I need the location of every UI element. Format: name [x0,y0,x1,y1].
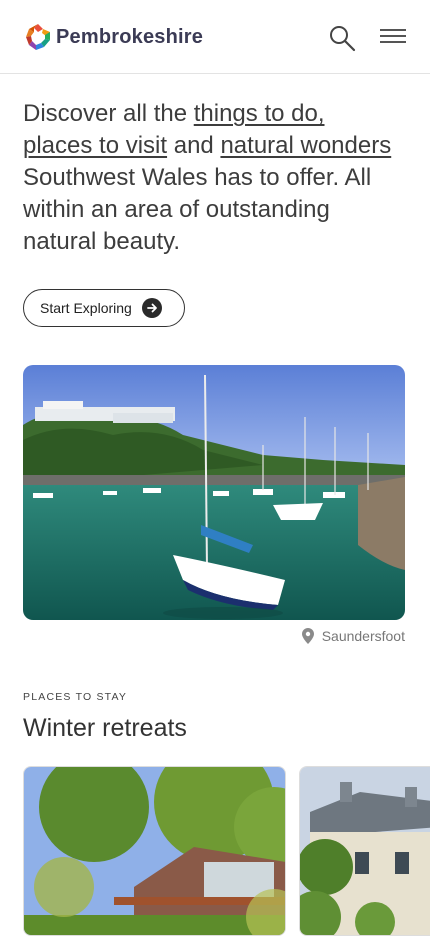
menu-icon[interactable] [380,29,406,47]
section-title: Winter retreats [23,714,187,742]
logo-icon [26,24,50,50]
map-pin-icon [301,628,314,644]
hero-image [23,365,405,620]
arrow-right-icon [141,298,162,318]
intro-text: Discover all the things to do, places to… [23,98,408,258]
intro-text-part: Southwest Wales has to offer. All within… [23,164,372,255]
things-to-do-link[interactable]: things to do, [194,100,325,127]
search-icon[interactable] [328,24,356,52]
retreat-card-image [300,767,430,935]
start-exploring-label: Start Exploring [40,300,132,316]
start-exploring-button[interactable]: Start Exploring [23,289,185,327]
brand-name: Pembrokeshire [56,25,204,48]
natural-wonders-link[interactable]: natural wonders [220,132,391,159]
section-eyebrow: PLACES TO STAY [23,691,128,703]
location-label: Saundersfoot [321,628,405,644]
places-to-visit-link[interactable]: places to visit [23,132,167,159]
intro-text-part: and [167,132,221,159]
hero-location: Saundersfoot [301,628,405,644]
logo[interactable]: Pembrokeshire [24,23,203,51]
retreat-card[interactable] [23,766,286,936]
retreat-card[interactable] [299,766,430,936]
retreat-card-image [24,767,285,935]
intro-text-part: Discover all the [23,100,194,127]
site-header: Pembrokeshire [0,0,430,74]
